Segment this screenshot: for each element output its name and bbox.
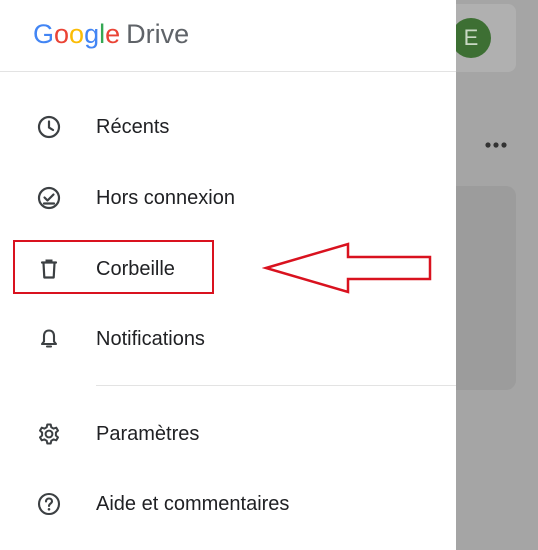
menu-item-help[interactable]: Aide et commentaires [0, 476, 456, 532]
menu-item-label: Hors connexion [96, 187, 235, 209]
menu-item-notifications[interactable]: Notifications [0, 311, 456, 367]
menu-divider [96, 385, 456, 386]
gear-icon [36, 421, 62, 447]
highlight-box [13, 240, 214, 294]
menu-item-label: Récents [96, 116, 170, 138]
menu-item-label: Aide et commentaires [96, 493, 290, 515]
offline-check-icon [36, 185, 62, 211]
menu-item-offline[interactable]: Hors connexion [0, 170, 456, 226]
bell-icon [36, 326, 62, 352]
avatar[interactable]: E [451, 18, 491, 58]
menu-item-label: Paramètres [96, 423, 200, 445]
menu-item-settings[interactable]: Paramètres [0, 406, 456, 462]
help-icon [36, 491, 62, 517]
google-drive-logo: Google Drive [33, 19, 190, 49]
menu-item-recents[interactable]: Récents [0, 99, 456, 155]
clock-icon [36, 114, 62, 140]
drawer-header: Google Drive [0, 0, 456, 72]
pointer-arrow-icon [262, 242, 432, 294]
menu-item-label: Notifications [96, 328, 205, 350]
more-horizontal-icon[interactable] [484, 134, 514, 154]
